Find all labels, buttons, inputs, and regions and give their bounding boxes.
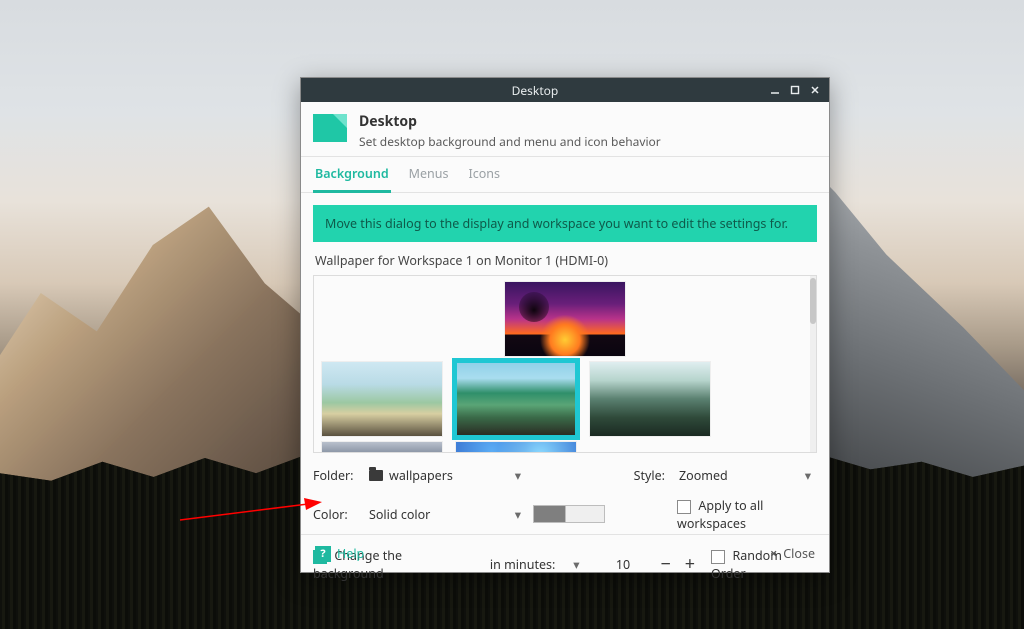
chevron-down-icon: ▾ bbox=[805, 467, 811, 484]
close-button[interactable] bbox=[807, 82, 823, 98]
color-swatch-secondary[interactable] bbox=[565, 505, 605, 523]
tab-icons[interactable]: Icons bbox=[467, 157, 503, 192]
wallpaper-section-label: Wallpaper for Workspace 1 on Monitor 1 (… bbox=[315, 252, 815, 269]
dialog-subtitle: Set desktop background and menu and icon… bbox=[359, 133, 661, 150]
info-notice: Move this dialog to the display and work… bbox=[313, 205, 817, 242]
help-icon: ? bbox=[315, 546, 331, 562]
close-dialog-button[interactable]: × Close bbox=[770, 545, 815, 562]
chevron-down-icon: ▾ bbox=[515, 506, 521, 523]
style-label: Style: bbox=[613, 467, 671, 484]
style-select[interactable]: Zoomed ▾ bbox=[677, 465, 817, 486]
chevron-down-icon: ▾ bbox=[515, 467, 521, 484]
folder-value: wallpapers bbox=[389, 467, 453, 484]
folder-select[interactable]: wallpapers ▾ bbox=[367, 465, 527, 486]
color-label: Color: bbox=[313, 506, 361, 523]
tab-background[interactable]: Background bbox=[313, 157, 391, 193]
color-mode-select[interactable]: Solid color ▾ bbox=[367, 504, 527, 525]
help-label: Help bbox=[337, 545, 364, 562]
desktop-wallpaper: Desktop Desktop Set desktop background a… bbox=[0, 0, 1024, 629]
wallpaper-gallery[interactable] bbox=[313, 275, 817, 453]
dialog-footer: ? Help × Close bbox=[301, 534, 829, 572]
color-mode-value: Solid color bbox=[369, 506, 430, 523]
tab-menus[interactable]: Menus bbox=[407, 157, 451, 192]
window-title: Desktop bbox=[307, 82, 763, 99]
wallpaper-thumb[interactable] bbox=[322, 362, 442, 436]
window-titlebar[interactable]: Desktop bbox=[301, 78, 829, 102]
scrollbar-thumb[interactable] bbox=[810, 278, 816, 324]
apply-all-workspaces-option[interactable]: Apply to all workspaces bbox=[677, 496, 817, 532]
style-value: Zoomed bbox=[679, 467, 728, 484]
close-label: Close bbox=[783, 545, 815, 562]
apply-all-checkbox[interactable] bbox=[677, 500, 691, 514]
close-icon: × bbox=[770, 545, 777, 562]
help-button[interactable]: ? Help bbox=[315, 545, 364, 562]
wallpaper-thumb[interactable] bbox=[590, 362, 710, 436]
folder-label: Folder: bbox=[313, 467, 361, 484]
desktop-settings-window: Desktop Desktop Set desktop background a… bbox=[300, 77, 830, 573]
maximize-button[interactable] bbox=[787, 82, 803, 98]
wallpaper-thumb[interactable] bbox=[505, 282, 625, 356]
folder-icon bbox=[369, 470, 383, 481]
wallpaper-thumb-selected[interactable] bbox=[456, 362, 576, 436]
tab-bar: Background Menus Icons bbox=[301, 157, 829, 193]
wallpaper-thumb[interactable] bbox=[322, 442, 442, 453]
dialog-header: Desktop Set desktop background and menu … bbox=[301, 102, 829, 157]
desktop-icon bbox=[313, 114, 347, 142]
gallery-scrollbar[interactable] bbox=[810, 276, 816, 452]
minimize-button[interactable] bbox=[767, 82, 783, 98]
wallpaper-thumb[interactable] bbox=[456, 442, 576, 453]
dialog-title: Desktop bbox=[359, 112, 661, 131]
